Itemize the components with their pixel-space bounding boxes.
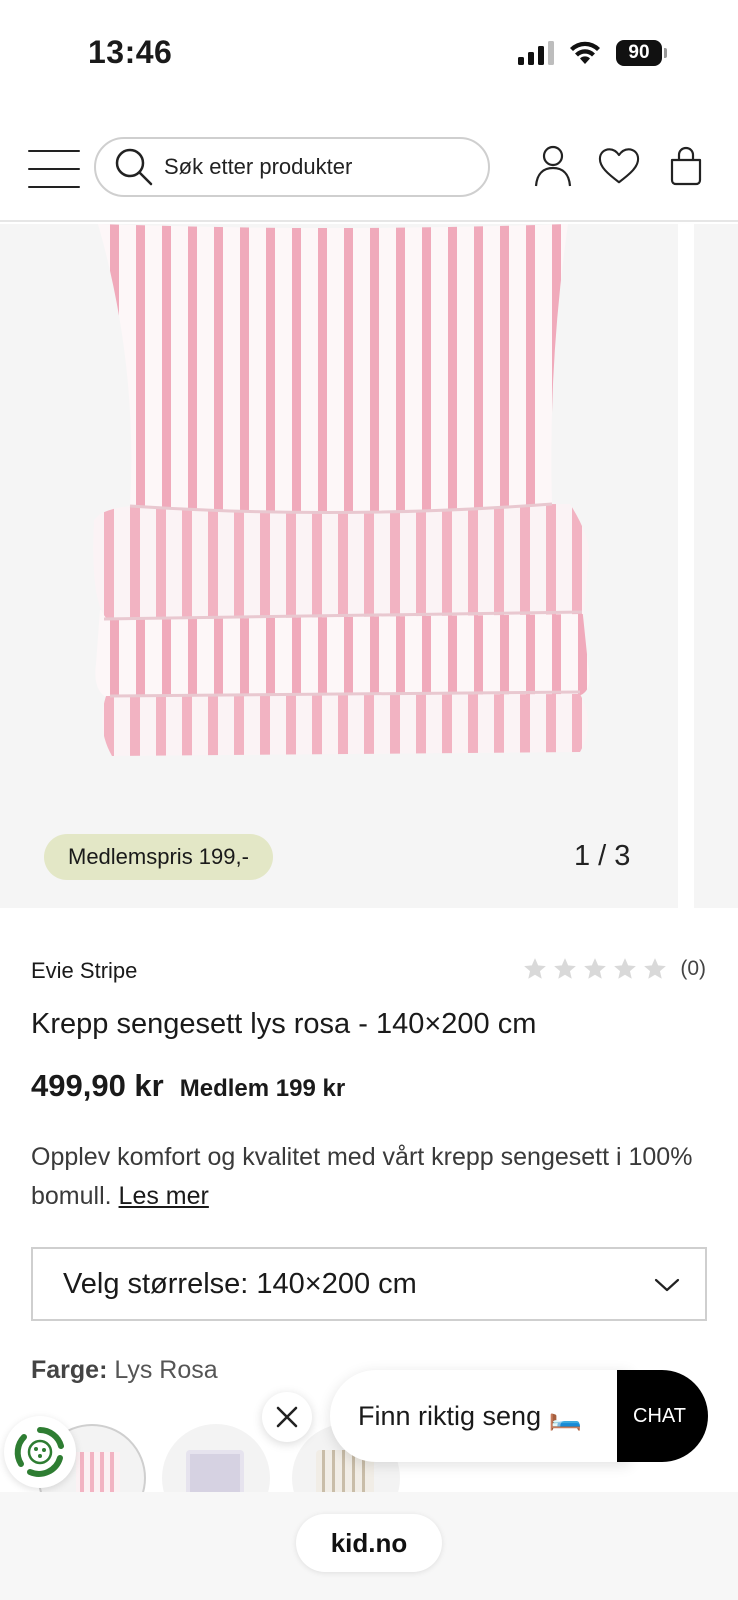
cellular-signal-icon [518, 41, 554, 65]
url-text: kid.no [330, 1527, 408, 1558]
wifi-icon [570, 41, 600, 64]
user-icon [534, 145, 572, 187]
status-bar: 13:46 90 [0, 0, 738, 100]
cart-button[interactable] [665, 144, 707, 188]
find-bed-prompt[interactable]: Finn riktig seng 🛏️ [330, 1370, 630, 1462]
member-price: Medlem 199 kr [179, 1075, 346, 1102]
status-icons: 90 [518, 40, 667, 66]
product-brand[interactable]: Evie Stripe [31, 958, 137, 984]
next-image-peek[interactable] [694, 224, 738, 908]
url-bar[interactable]: kid.no [296, 1514, 442, 1572]
star-icon [584, 958, 607, 979]
rating-count: (0) [680, 957, 706, 980]
close-chat-prompt-button[interactable] [262, 1392, 312, 1442]
product-gallery[interactable]: Medlemspris 199,- 1 / 3 [0, 224, 738, 908]
chat-button[interactable]: CHAT [617, 1370, 708, 1462]
price-row: 499,90 kr Medlem 199 kr [31, 1068, 345, 1104]
color-value: Lys Rosa [114, 1356, 218, 1384]
star-icon [614, 958, 637, 979]
status-time: 13:46 [88, 34, 173, 70]
recycle-icon [14, 1427, 64, 1477]
wishlist-button[interactable] [598, 144, 640, 188]
menu-button[interactable] [28, 150, 80, 188]
sustainability-button[interactable] [4, 1416, 76, 1488]
product-image[interactable]: Medlemspris 199,- 1 / 3 [0, 224, 678, 908]
read-more-link[interactable]: Les mer [119, 1182, 209, 1210]
chevron-down-icon [654, 1278, 680, 1292]
color-label: Farge: [31, 1356, 108, 1384]
close-icon [276, 1406, 298, 1428]
size-select-value: Velg størrelse: 140×200 cm [63, 1267, 417, 1300]
product-price: 499,90 kr [31, 1068, 164, 1103]
battery-level: 90 [628, 42, 650, 63]
chat-button-label: CHAT [633, 1404, 686, 1427]
star-icon [644, 958, 667, 979]
product-rating[interactable]: (0) [522, 956, 706, 982]
search-icon [115, 148, 153, 186]
find-bed-text: Finn riktig seng 🛏️ [358, 1401, 583, 1431]
color-row: Farge: Lys Rosa [31, 1356, 218, 1385]
image-counter: 1 / 3 [574, 840, 631, 872]
site-header: Søk etter produkter [0, 128, 738, 222]
star-icon [554, 958, 577, 979]
bedding-image [93, 224, 590, 756]
search-placeholder: Søk etter produkter [164, 154, 353, 179]
battery-indicator: 90 [616, 40, 667, 66]
menu-icon [28, 150, 80, 152]
account-button[interactable] [532, 144, 574, 188]
heart-icon [598, 148, 640, 184]
size-select[interactable]: Velg størrelse: 140×200 cm [31, 1247, 707, 1321]
browser-bottom-bar: kid.no [0, 1492, 738, 1600]
shopping-bag-icon [670, 146, 702, 186]
member-price-badge: Medlemspris 199,- [44, 834, 273, 880]
product-title: Krepp sengesett lys rosa - 140×200 cm [31, 1008, 537, 1040]
product-description: Opplev komfort og kvalitet med vårt krep… [31, 1138, 711, 1216]
star-icon [524, 958, 547, 979]
search-input[interactable]: Søk etter produkter [94, 137, 490, 197]
